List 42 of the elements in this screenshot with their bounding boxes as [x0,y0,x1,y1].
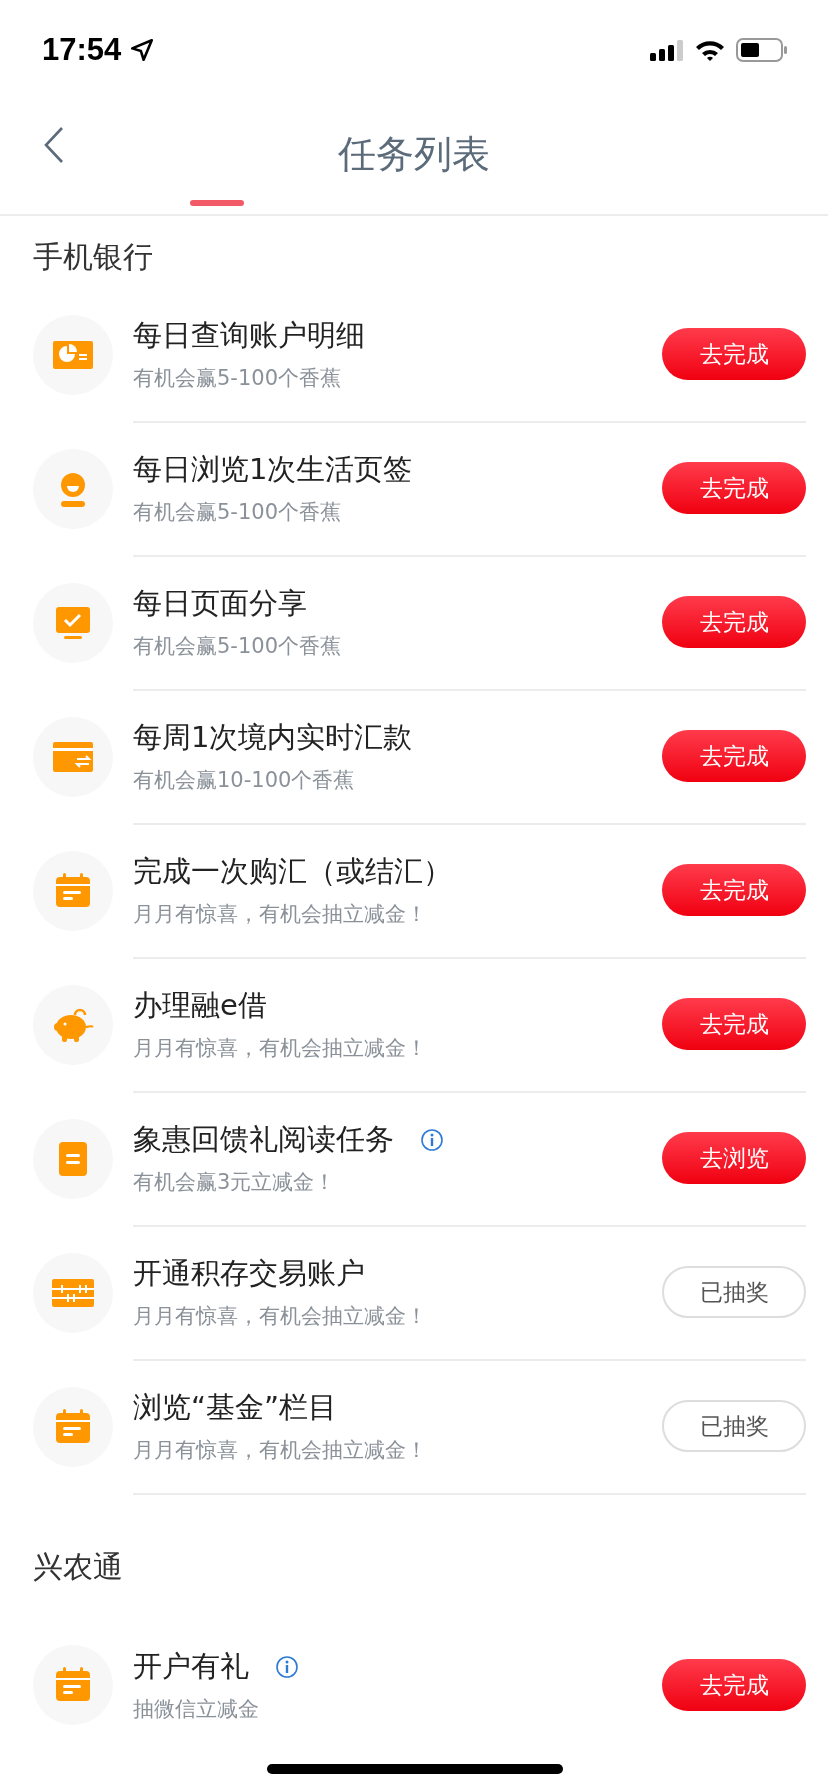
task-subtitle: 抽微信立减金 [133,1696,260,1723]
task-title: 办理融e借 [133,987,267,1024]
battery-icon [736,37,788,63]
location-arrow-icon [129,37,156,63]
task-action-button[interactable]: 去完成 [662,328,806,380]
task-action-button[interactable]: 去完成 [662,1659,806,1711]
task-action-button[interactable]: 去完成 [662,998,806,1050]
task-subtitle: 月月有惊喜，有机会抽立减金！ [133,1035,428,1062]
task-subtitle: 有机会赢5-100个香蕉 [133,365,343,392]
task-title: 每周1次境内实时汇款 [133,719,413,756]
task-action-button[interactable]: 去完成 [662,730,806,782]
tab-indicator [190,200,244,206]
info-icon[interactable] [275,1655,299,1679]
task-subtitle: 月月有惊喜，有机会抽立减金！ [133,1437,428,1464]
page-title: 任务列表 [338,130,490,178]
task-action-button[interactable]: 去完成 [662,596,806,648]
task-subtitle: 月月有惊喜，有机会抽立减金！ [133,1303,428,1330]
wifi-icon [694,38,726,62]
status-time: 17:54 [42,32,122,68]
task-subtitle: 有机会赢10-100个香蕉 [133,767,356,794]
task-action-button[interactable]: 去浏览 [662,1132,806,1184]
task-title: 每日查询账户明细 [133,317,365,354]
task-subtitle: 有机会赢5-100个香蕉 [133,499,343,526]
task-title: 开户有礼 [133,1648,249,1685]
section-title: 兴农通 [32,1548,123,1586]
task-subtitle: 月月有惊喜，有机会抽立减金！ [133,901,428,928]
task-title: 开通积存交易账户 [133,1255,365,1292]
task-title: 每日页面分享 [133,585,307,622]
back-icon [43,126,65,164]
task-action-button[interactable]: 去完成 [662,462,806,514]
section-title: 手机银行 [32,238,153,276]
task-title: 每日浏览1次生活页签 [133,451,413,488]
task-subtitle: 有机会赢5-100个香蕉 [133,633,343,660]
task-title: 象惠回馈礼阅读任务 [133,1121,394,1158]
completed-button[interactable]: 已抽奖 [662,1400,806,1452]
task-title: 浏览“基金”栏目 [133,1389,338,1426]
task-title: 完成一次购汇（或结汇） [133,853,452,890]
task-action-button[interactable]: 去完成 [662,864,806,916]
task-subtitle: 有机会赢3元立减金！ [133,1169,337,1196]
signal-icon [650,39,684,61]
info-icon[interactable] [420,1128,444,1152]
completed-button[interactable]: 已抽奖 [662,1266,806,1318]
